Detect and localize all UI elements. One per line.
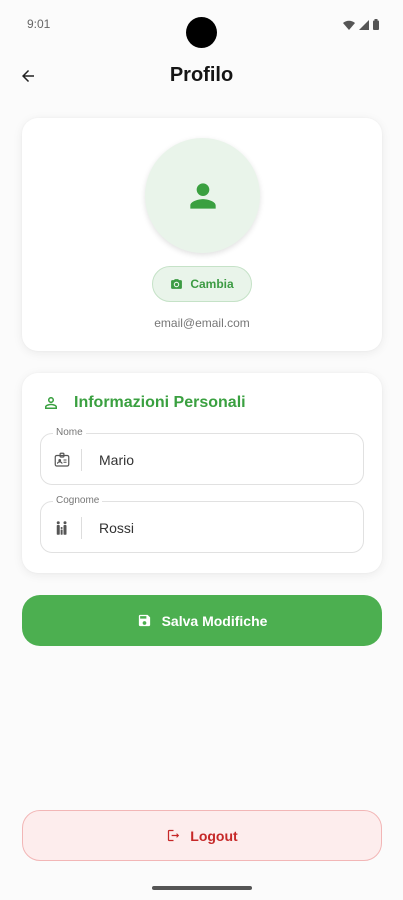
- camera-icon: [171, 278, 183, 289]
- logout-icon: [168, 829, 180, 842]
- person-outline-icon: [45, 397, 57, 409]
- change-photo-button[interactable]: Cambia: [152, 266, 252, 302]
- home-indicator[interactable]: [152, 886, 252, 890]
- profile-card: Cambia email@email.com: [22, 118, 382, 351]
- badge-icon: [53, 451, 71, 469]
- field-divider: [81, 449, 82, 471]
- app-bar: Profilo: [0, 52, 403, 100]
- personal-info-title: Informazioni Personali: [74, 394, 246, 411]
- avatar[interactable]: [145, 138, 260, 253]
- logout-button[interactable]: Logout: [22, 810, 382, 861]
- status-bar: 9:01: [0, 0, 403, 48]
- page-title: Profilo: [169, 64, 234, 86]
- save-icon: [138, 614, 150, 627]
- first-name-label: Nome: [53, 427, 86, 438]
- save-changes-button[interactable]: Salva Modifiche: [22, 595, 382, 646]
- save-changes-label: Salva Modifiche: [161, 612, 268, 629]
- signal-icon: [359, 17, 369, 35]
- status-icons: [343, 17, 379, 35]
- wifi-icon: [343, 17, 355, 35]
- logout-label: Logout: [190, 827, 238, 844]
- last-name-label: Cognome: [53, 495, 103, 506]
- person-icon: [189, 182, 216, 209]
- battery-icon: [373, 17, 379, 35]
- camera-cutout: [186, 17, 217, 48]
- personal-info-card: Informazioni Personali Nome Mario Cognom…: [22, 373, 382, 573]
- profile-screen: 9:01 Profilo Cambia email@email.com Info…: [0, 0, 403, 900]
- first-name-field[interactable]: Nome Mario: [40, 427, 364, 485]
- change-photo-label: Cambia: [190, 277, 234, 291]
- first-name-value: Mario: [99, 452, 135, 468]
- status-time: 9:01: [27, 17, 51, 31]
- field-divider: [81, 517, 82, 539]
- last-name-field[interactable]: Cognome Rossi: [40, 495, 364, 553]
- last-name-value: Rossi: [99, 520, 135, 536]
- family-icon: [53, 519, 71, 537]
- personal-info-header: Informazioni Personali: [42, 394, 246, 412]
- user-email: email@email.com: [154, 316, 250, 330]
